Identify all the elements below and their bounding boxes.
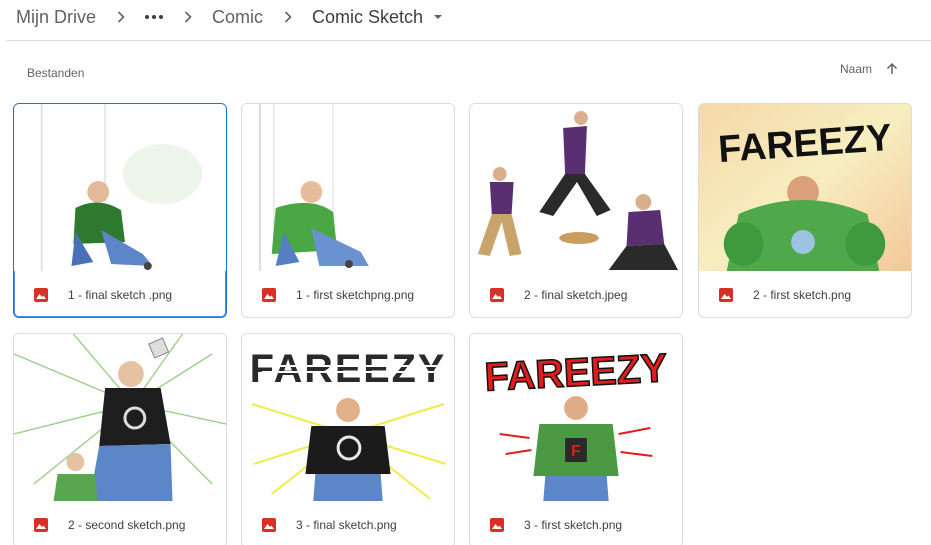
file-meta: 1 - first sketchpng.png	[242, 271, 454, 317]
chevron-right-icon	[281, 10, 295, 24]
file-card[interactable]: FAREEZY 2 - first sketch.png	[698, 103, 912, 318]
file-thumbnail	[470, 104, 682, 271]
file-name: 2 - first sketch.png	[753, 288, 852, 302]
file-thumbnail	[14, 104, 226, 271]
breadcrumb: Mijn Drive Comic Comic Sketch	[14, 3, 443, 31]
file-thumbnail: FAREEZY F	[470, 334, 682, 501]
file-name: 3 - first sketch.png	[524, 518, 623, 532]
file-card[interactable]: FAREEZY 3 - final sketch.png	[241, 333, 455, 545]
sort-control: Naam	[840, 62, 899, 76]
breadcrumb-folder[interactable]: Comic	[210, 5, 265, 30]
file-name: 1 - first sketchpng.png	[296, 288, 415, 302]
breadcrumb-root[interactable]: Mijn Drive	[14, 5, 98, 30]
image-icon	[490, 518, 504, 532]
file-thumbnail: FAREEZY	[242, 334, 454, 501]
file-card[interactable]: 2 - second sketch.png	[13, 333, 227, 545]
file-card[interactable]: 2 - final sketch.jpeg	[469, 103, 683, 318]
file-meta: 2 - first sketch.png	[699, 271, 911, 317]
arrow-up-icon[interactable]	[885, 62, 899, 76]
svg-text:F: F	[571, 443, 581, 460]
image-icon	[490, 288, 504, 302]
file-name: 2 - final sketch.jpeg	[524, 288, 628, 302]
chevron-right-icon	[114, 10, 128, 24]
image-icon	[719, 288, 733, 302]
file-name: 2 - second sketch.png	[68, 518, 186, 532]
section-title: Bestanden	[27, 66, 85, 80]
file-thumbnail	[14, 334, 226, 501]
file-card[interactable]: 1 - first sketchpng.png	[241, 103, 455, 318]
sort-by-name-button[interactable]: Naam	[840, 62, 872, 76]
thumbnail-title-text: FAREEZY	[250, 347, 447, 391]
file-meta: 1 - final sketch .png	[14, 271, 226, 317]
file-name: 1 - final sketch .png	[68, 288, 173, 302]
chevron-right-icon	[181, 10, 195, 24]
header-divider	[6, 40, 931, 41]
file-meta: 3 - first sketch.png	[470, 501, 682, 545]
file-card[interactable]: FAREEZY F 3 - first sketch.png	[469, 333, 683, 545]
breadcrumb-current[interactable]: Comic Sketch	[310, 5, 425, 30]
image-icon	[262, 518, 276, 532]
more-folders-button[interactable]	[143, 15, 165, 19]
file-thumbnail	[242, 104, 454, 271]
file-meta: 2 - second sketch.png	[14, 501, 226, 545]
caret-down-icon[interactable]	[433, 12, 443, 22]
image-icon	[34, 518, 48, 532]
image-icon	[262, 288, 276, 302]
file-meta: 3 - final sketch.png	[242, 501, 454, 545]
file-meta: 2 - final sketch.jpeg	[470, 271, 682, 317]
file-card[interactable]: 1 - final sketch .png	[13, 103, 227, 318]
file-thumbnail: FAREEZY	[699, 104, 911, 271]
file-name: 3 - final sketch.png	[296, 518, 397, 532]
image-icon	[34, 288, 48, 302]
